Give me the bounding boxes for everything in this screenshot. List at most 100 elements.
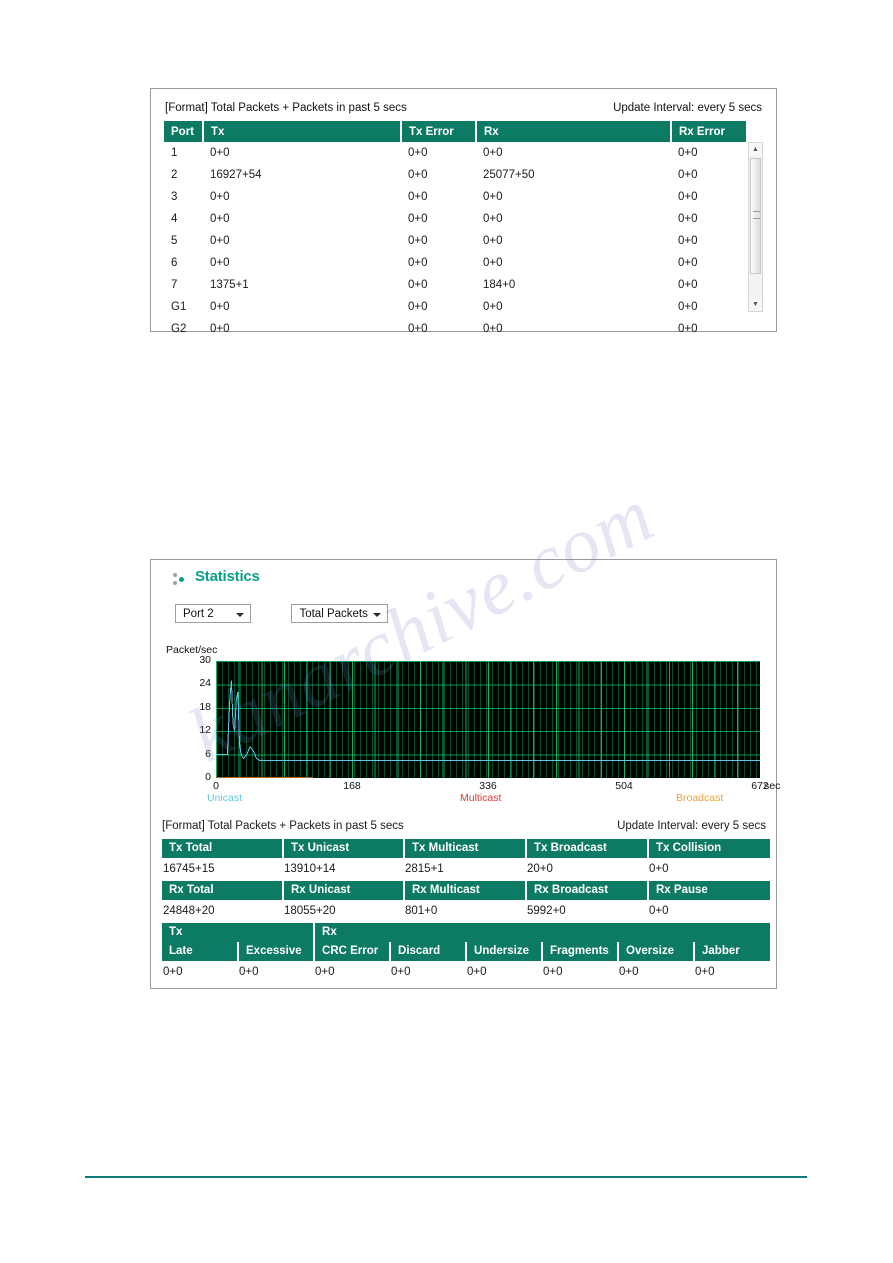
port-select[interactable]: Port 2 xyxy=(175,604,251,623)
port-table-body: 1 0+0 0+0 0+0 0+0 2 16927+54 0+0 25077+50 0+0 3 0+0… xyxy=(164,142,746,340)
error-value-0: 0+0 xyxy=(163,966,183,978)
rx-error-cell: 0+0 xyxy=(678,147,698,159)
rx-cell: 184+0 xyxy=(483,279,516,291)
error-column-header-0[interactable]: Late xyxy=(162,942,239,961)
tx-column-header-1[interactable]: Tx Unicast xyxy=(283,839,405,858)
error-column-header-3[interactable]: Discard xyxy=(390,942,468,961)
error-table-group-header-row: Tx Rx xyxy=(162,923,771,942)
tx-column-header-4[interactable]: Tx Collision xyxy=(648,839,770,858)
rx-value-0: 24848+20 xyxy=(163,905,215,917)
rx-error-cell: 0+0 xyxy=(678,257,698,269)
error-group-header-tx: Tx xyxy=(162,923,316,942)
table-row: 6 0+0 0+0 0+0 0+0 xyxy=(164,252,746,274)
table-header-row: Late Excessive CRC Error Discard Undersize Fr… xyxy=(162,942,771,961)
chevron-down-icon xyxy=(236,613,244,617)
tx-cell: 0+0 xyxy=(210,301,230,313)
x-axis-tick-336: 336 xyxy=(479,780,497,792)
port-table-format-row: [Format] Total Packets + Packets in past… xyxy=(165,99,762,117)
rx-cell: 0+0 xyxy=(483,213,503,225)
chart-axis-strip xyxy=(216,777,314,778)
statistics-chart[interactable] xyxy=(216,661,760,778)
x-axis-tick-168: 168 xyxy=(343,780,361,792)
error-column-header-2[interactable]: CRC Error xyxy=(314,942,392,961)
metric-select[interactable]: Total Packets xyxy=(291,604,389,623)
tx-error-cell: 0+0 xyxy=(408,235,428,247)
table-row: 1 0+0 0+0 0+0 0+0 xyxy=(164,142,746,164)
tx-cell: 0+0 xyxy=(210,147,230,159)
tx-error-cell: 0+0 xyxy=(408,147,428,159)
rx-cell: 0+0 xyxy=(483,323,503,335)
statistics-update-note: Update Interval: every 5 secs xyxy=(617,820,766,832)
footer-divider xyxy=(85,1176,807,1178)
tx-error-cell: 0+0 xyxy=(408,191,428,203)
error-column-header-6[interactable]: Oversize xyxy=(618,942,696,961)
chevron-down-icon xyxy=(373,613,382,617)
column-header-rx[interactable]: Rx xyxy=(476,121,672,142)
table-row: 24848+20 18055+20 801+0 5992+0 0+0 xyxy=(162,900,770,922)
table-row: 16745+15 13910+14 2815+1 20+0 0+0 xyxy=(162,858,770,880)
error-value-4: 0+0 xyxy=(467,966,487,978)
error-value-6: 0+0 xyxy=(619,966,639,978)
tx-value-4: 0+0 xyxy=(649,863,669,875)
y-axis-tick-12: 12 xyxy=(199,724,211,737)
scrollbar-thumb[interactable] xyxy=(750,158,761,274)
tx-error-cell: 0+0 xyxy=(408,279,428,291)
y-axis-tick-24: 24 xyxy=(199,677,211,690)
scroll-up-arrow-icon[interactable]: ▲ xyxy=(749,143,762,156)
legend-item-multicast: Multicast xyxy=(460,792,502,804)
y-axis-tick-18: 18 xyxy=(199,700,211,713)
rx-cell: 0+0 xyxy=(483,257,503,269)
rx-value-4: 0+0 xyxy=(649,905,669,917)
table-header-row: Rx Total Rx Unicast Rx Multicast Rx Broadca… xyxy=(162,881,770,900)
rx-error-cell: 0+0 xyxy=(678,213,698,225)
table-row: G2 0+0 0+0 0+0 0+0 xyxy=(164,318,746,340)
rx-column-header-4[interactable]: Rx Pause xyxy=(648,881,770,900)
error-value-2: 0+0 xyxy=(315,966,335,978)
statistics-filter-row: Port 2 Total Packets xyxy=(175,604,389,624)
rx-cell: 0+0 xyxy=(483,235,503,247)
port-table-scrollbar[interactable]: ▲ ▼ xyxy=(748,142,763,312)
chart-series-unicast xyxy=(216,680,760,761)
error-value-1: 0+0 xyxy=(239,966,259,978)
port-cell: 5 xyxy=(171,235,178,247)
tx-column-header-3[interactable]: Tx Broadcast xyxy=(526,839,649,858)
rx-column-header-2[interactable]: Rx Multicast xyxy=(404,881,527,900)
column-header-tx[interactable]: Tx xyxy=(203,121,402,142)
table-row: 5 0+0 0+0 0+0 0+0 xyxy=(164,230,746,252)
tx-error-cell: 0+0 xyxy=(408,301,428,313)
port-cell: 3 xyxy=(171,191,178,203)
rx-column-header-1[interactable]: Rx Unicast xyxy=(283,881,405,900)
x-axis-tick-0: 0 xyxy=(213,780,219,792)
rx-column-header-3[interactable]: Rx Broadcast xyxy=(526,881,649,900)
tx-cell: 0+0 xyxy=(210,323,230,335)
tx-column-header-0[interactable]: Tx Total xyxy=(162,839,284,858)
table-header-row: Port Tx Tx Error Rx Rx Error xyxy=(164,121,746,142)
scrollbar-grip-icon xyxy=(753,211,760,219)
port-table-scroll-area: 1 0+0 0+0 0+0 0+0 2 16927+54 0+0 25077+50 0+0 3 0+0… xyxy=(164,142,763,340)
x-axis-tick-504: 504 xyxy=(615,780,633,792)
error-column-header-5[interactable]: Fragments xyxy=(542,942,620,961)
column-header-rx-error[interactable]: Rx Error xyxy=(671,121,746,142)
rx-error-cell: 0+0 xyxy=(678,191,698,203)
chart-x-axis-unit: sec xyxy=(764,780,781,792)
column-header-tx-error[interactable]: Tx Error xyxy=(401,121,477,142)
column-header-port[interactable]: Port xyxy=(164,121,204,142)
port-table-header: Port Tx Tx Error Rx Rx Error xyxy=(164,121,746,142)
port-cell: 4 xyxy=(171,213,178,225)
port-cell: G2 xyxy=(171,323,187,335)
rx-error-cell: 0+0 xyxy=(678,235,698,247)
error-column-header-1[interactable]: Excessive xyxy=(238,942,316,961)
table-row: 2 16927+54 0+0 25077+50 0+0 xyxy=(164,164,746,186)
error-statistics-table: Tx Rx Late Excessive CRC Error Discard Unders… xyxy=(162,923,771,983)
error-value-5: 0+0 xyxy=(543,966,563,978)
tx-column-header-2[interactable]: Tx Multicast xyxy=(404,839,527,858)
y-axis-tick-30: 30 xyxy=(199,654,211,666)
rx-value-2: 801+0 xyxy=(405,905,438,917)
table-header-row: Tx Total Tx Unicast Tx Multicast Tx Broadca… xyxy=(162,839,770,858)
rx-column-header-0[interactable]: Rx Total xyxy=(162,881,284,900)
legend-item-broadcast: Broadcast xyxy=(676,792,724,804)
error-column-header-7[interactable]: Jabber xyxy=(694,942,771,961)
bullet-dots-icon xyxy=(173,573,189,587)
scroll-down-arrow-icon[interactable]: ▼ xyxy=(749,298,762,311)
error-column-header-4[interactable]: Undersize xyxy=(466,942,544,961)
